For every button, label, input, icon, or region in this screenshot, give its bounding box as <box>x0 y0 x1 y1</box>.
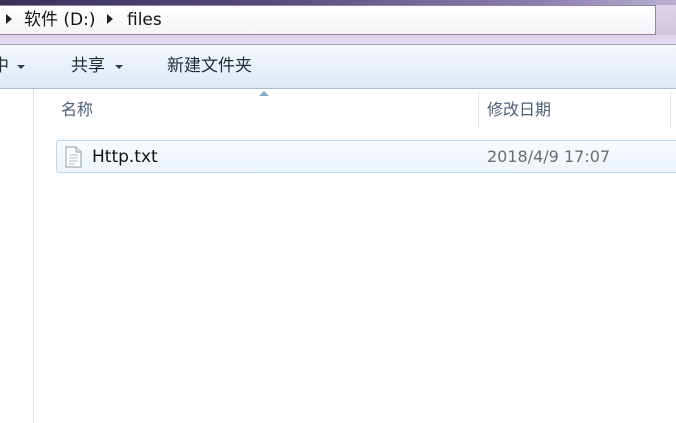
file-name[interactable]: Http.txt <box>92 146 158 168</box>
navigation-pane[interactable] <box>0 89 34 423</box>
column-divider[interactable] <box>670 92 671 128</box>
breadcrumb-folder[interactable]: files <box>127 10 162 30</box>
column-header-date-label: 修改日期 <box>487 100 552 119</box>
breadcrumb-chevron-icon[interactable] <box>6 14 12 24</box>
file-date-modified: 2018/4/9 17:07 <box>487 147 611 166</box>
new-folder-button[interactable]: 新建文件夹 <box>167 56 252 76</box>
command-bar-divider <box>0 44 676 45</box>
address-bar[interactable] <box>0 5 656 35</box>
chevron-down-icon[interactable] <box>115 65 123 69</box>
text-file-icon <box>65 146 82 168</box>
share-button[interactable]: 共享 <box>71 56 105 76</box>
toolbar-menu-partial[interactable]: 中 <box>0 56 9 76</box>
breadcrumb-drive[interactable]: 软件 (D:) <box>24 10 96 30</box>
breadcrumb-chevron-icon[interactable] <box>107 14 113 24</box>
column-divider[interactable] <box>478 92 479 128</box>
chevron-down-icon[interactable] <box>17 65 25 69</box>
column-header-name-label: 名称 <box>61 100 94 119</box>
sort-ascending-icon <box>259 91 269 96</box>
column-header-date-modified[interactable]: 修改日期 <box>487 89 667 129</box>
address-bar-dropdown-area[interactable] <box>656 5 676 35</box>
